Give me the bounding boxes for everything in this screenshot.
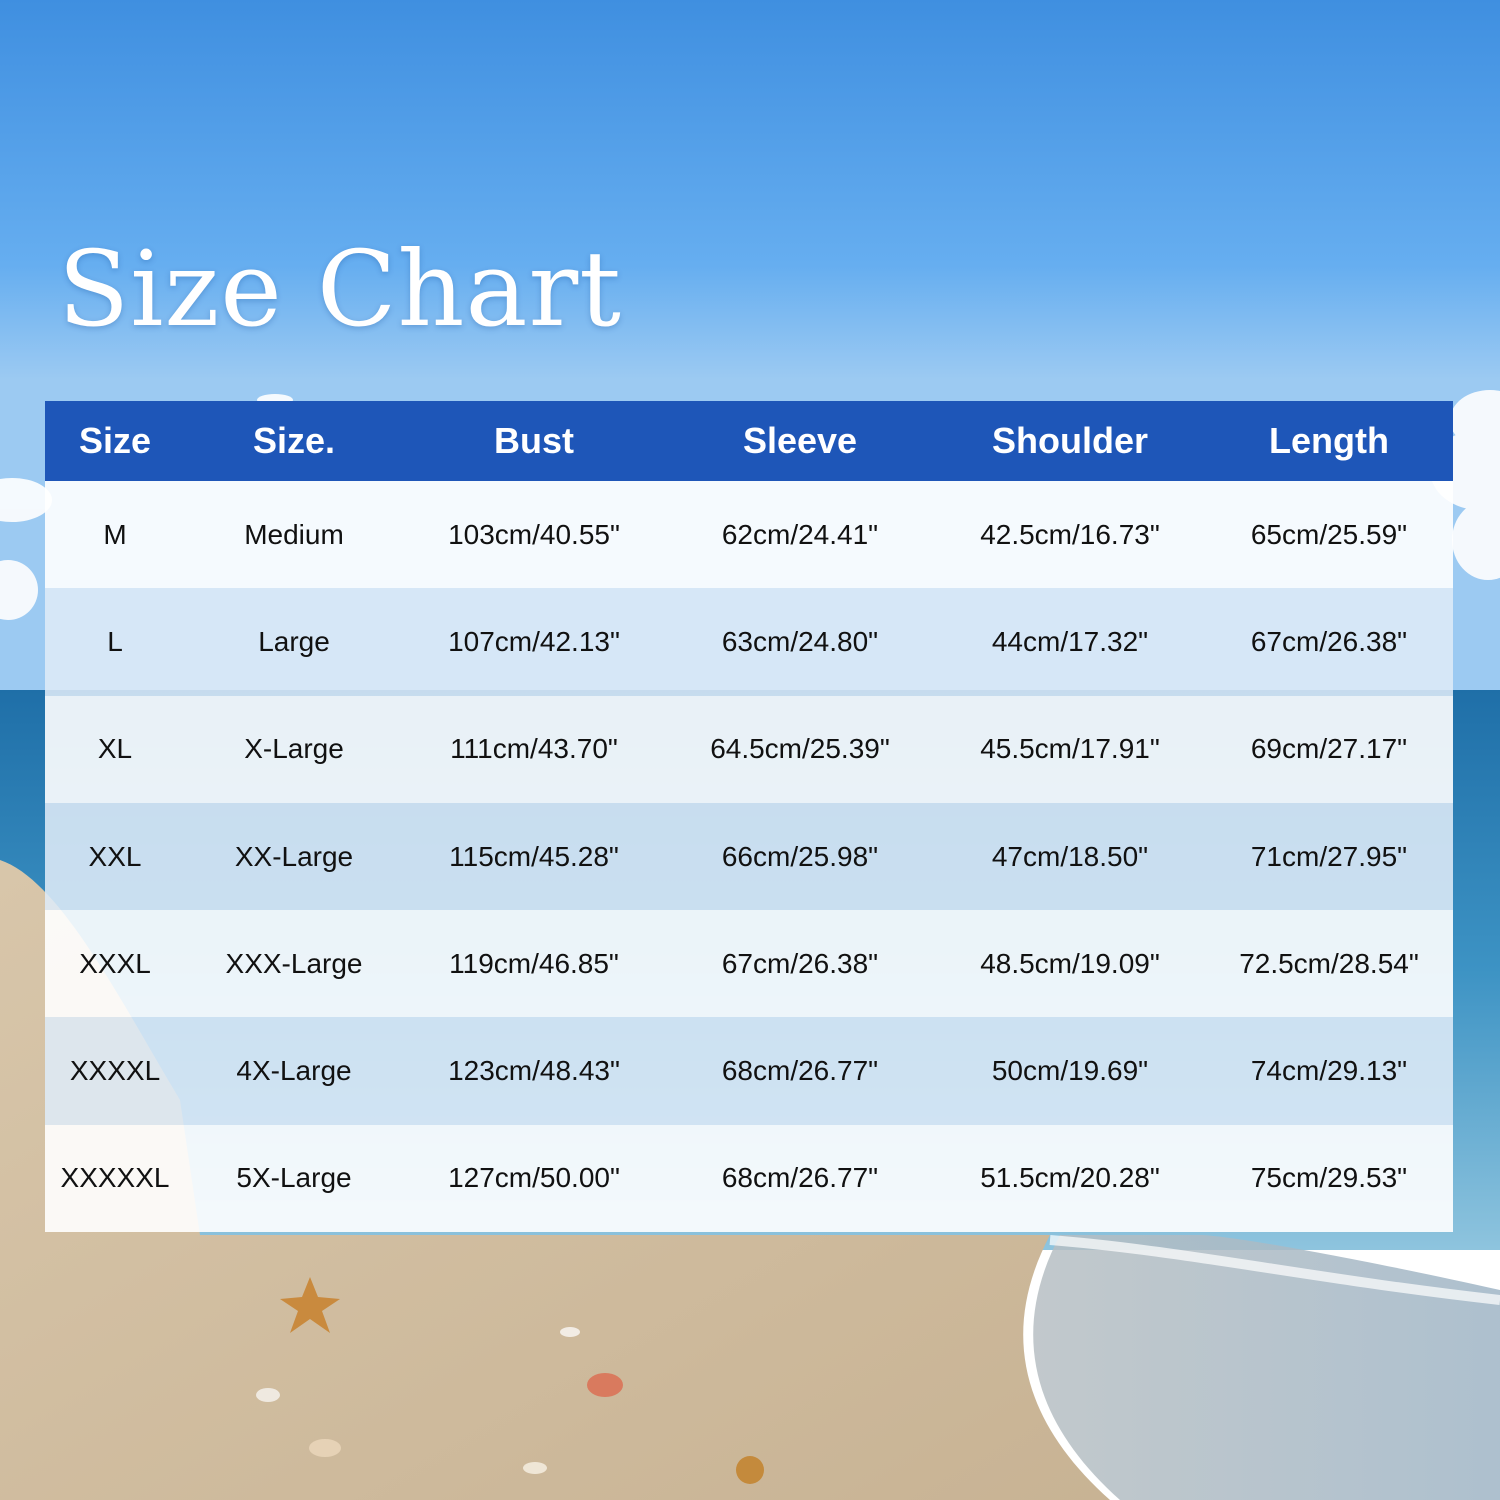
cell-sleeve: 64.5cm/25.39" (710, 733, 890, 765)
page-title: Size Chart (58, 228, 622, 350)
cell-length: 69cm/27.17" (1250, 733, 1408, 765)
cell-shoulder: 42.5cm/16.73" (980, 518, 1160, 550)
cell-sleeve: 62cm/24.41" (721, 518, 879, 550)
cell-shoulder: 51.5cm/20.28" (980, 1162, 1160, 1194)
cell-sleeve: 67cm/26.38" (721, 947, 879, 979)
cell-bust: 103cm/40.55" (448, 518, 620, 550)
cell-bust: 127cm/50.00" (448, 1162, 620, 1194)
table-row: XXXXXL 5X-Large 127cm/50.00" 68cm/26.77"… (45, 1124, 1453, 1233)
cell-size-name: X-Large (244, 733, 344, 765)
cell-size-name: 5X-Large (236, 1162, 352, 1194)
header-length: Length (1269, 420, 1389, 461)
cell-size: XXXXL (69, 1055, 161, 1087)
cell-sleeve: 68cm/26.77" (721, 1055, 879, 1087)
cell-length: 72.5cm/28.54" (1239, 947, 1419, 979)
cell-size: XL (97, 733, 133, 765)
cell-sleeve: 63cm/24.80" (721, 625, 879, 657)
cell-shoulder: 47cm/18.50" (991, 840, 1149, 872)
header-sleeve: Sleeve (742, 420, 858, 461)
cell-size-name: XX-Large (234, 840, 354, 872)
cell-sleeve: 68cm/26.77" (721, 1162, 879, 1194)
cell-length: 74cm/29.13" (1250, 1055, 1408, 1087)
cell-bust: 123cm/48.43" (448, 1055, 620, 1087)
cell-bust: 119cm/46.85" (449, 947, 619, 979)
cell-bust: 115cm/45.28" (449, 840, 619, 872)
header-bust: Bust (494, 420, 574, 461)
cell-bust: 111cm/43.70" (450, 733, 618, 765)
table-header-row: Size Size. Bust Sleeve Shoulder Length (45, 401, 1453, 481)
header-size: Size (78, 420, 152, 461)
size-chart-table: Size Size. Bust Sleeve Shoulder Length M… (45, 401, 1453, 1233)
header-shoulder: Shoulder (991, 420, 1148, 461)
table-row: XXXXL 4X-Large 123cm/48.43" 68cm/26.77" … (45, 1017, 1453, 1125)
table-row: M Medium 103cm/40.55" 62cm/24.41" 42.5cm… (45, 481, 1453, 589)
table-row: XXXL XXX-Large 119cm/46.85" 67cm/26.38" … (45, 910, 1453, 1018)
cell-size-name: Medium (244, 518, 344, 550)
table-row: XL X-Large 111cm/43.70" 64.5cm/25.39" 45… (45, 695, 1453, 803)
cell-shoulder: 44cm/17.32" (991, 625, 1149, 657)
cell-size-name: Large (258, 625, 330, 657)
header-size-name: Size. (252, 420, 336, 461)
cell-size: XXXXXL (60, 1162, 170, 1194)
cell-size-name: 4X-Large (236, 1055, 352, 1087)
cell-length: 65cm/25.59" (1250, 518, 1408, 550)
cell-shoulder: 50cm/19.69" (991, 1055, 1149, 1087)
table-row: L Large 107cm/42.13" 63cm/24.80" 44cm/17… (45, 588, 1453, 696)
table-row: XXL XX-Large 115cm/45.28" 66cm/25.98" 47… (45, 802, 1453, 911)
cell-length: 67cm/26.38" (1250, 625, 1408, 657)
cell-bust: 107cm/42.13" (448, 625, 620, 657)
cell-size: XXXL (79, 947, 151, 979)
cell-shoulder: 48.5cm/19.09" (980, 947, 1160, 979)
cell-length: 71cm/27.95" (1250, 840, 1408, 872)
cell-size: L (107, 625, 123, 657)
cell-length: 75cm/29.53" (1250, 1162, 1408, 1194)
cell-size: M (103, 518, 127, 550)
cell-sleeve: 66cm/25.98" (721, 840, 879, 872)
cell-shoulder: 45.5cm/17.91" (980, 733, 1160, 765)
cell-size-name: XXX-Large (225, 947, 363, 979)
cell-size: XXL (88, 840, 142, 872)
